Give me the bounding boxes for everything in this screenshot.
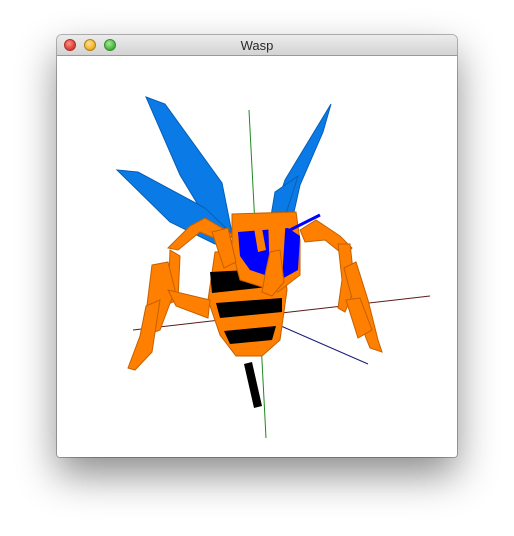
3d-viewport[interactable] (57, 56, 457, 457)
title-bar[interactable]: Wasp (57, 35, 457, 56)
right-wings (269, 103, 332, 231)
left-wings (115, 96, 234, 245)
screen: Wasp (0, 0, 514, 536)
right-legs (299, 219, 383, 353)
wasp-scene (115, 96, 431, 439)
app-window: Wasp (57, 35, 457, 457)
window-title: Wasp (240, 38, 274, 53)
